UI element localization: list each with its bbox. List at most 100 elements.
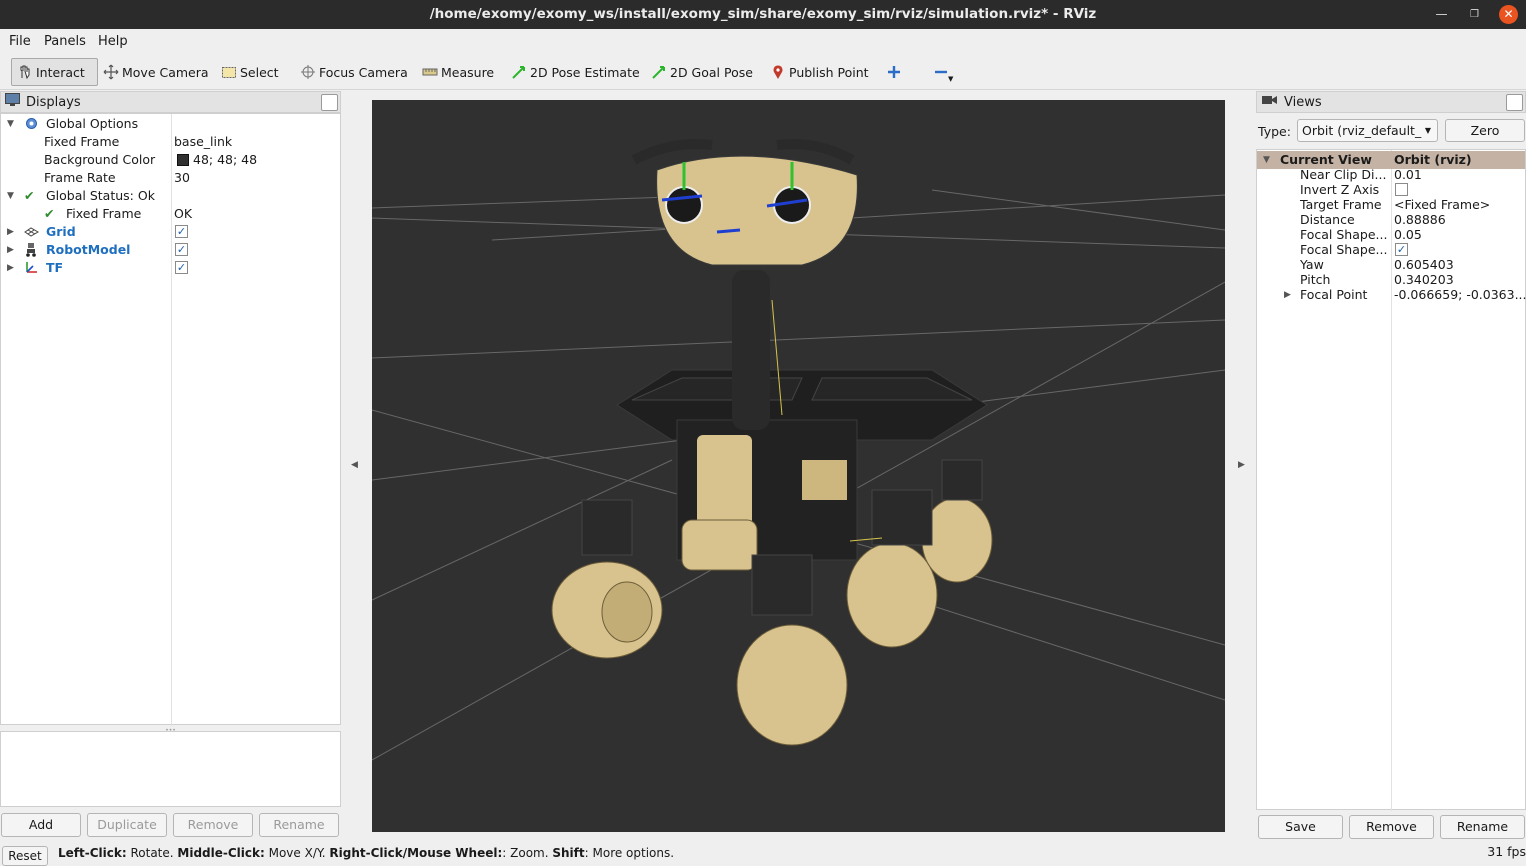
collapse-arrow-icon[interactable]: ▶ [1284,286,1291,304]
views-tree: ▼ Current View Orbit (rviz) Near Clip Di… [1256,149,1526,811]
minus-icon [933,64,949,80]
measure-tool-button[interactable]: Measure [417,58,499,86]
views-panel-close-checkbox[interactable] [1506,94,1523,111]
remove-tool-button[interactable]: ▼ [928,58,958,86]
monitor-icon [5,93,20,111]
move-camera-label: Move Camera [122,64,209,80]
invert-z-checkbox[interactable] [1395,183,1408,196]
tf-label: TF [46,260,64,275]
view-prop-row[interactable]: ▶ Focal Point -0.066659; -0.0363... [1257,286,1526,304]
focus-camera-icon [300,64,316,80]
pose-estimate-label: 2D Pose Estimate [530,64,640,80]
view-type-dropdown[interactable]: Orbit (rviz_default_ ▼ [1297,119,1438,142]
focal-point-value[interactable]: -0.066659; -0.0363... [1394,286,1526,304]
check-icon: ✔ [44,206,55,221]
plus-icon [886,64,902,80]
check-icon: ✔ [24,188,35,203]
focus-camera-label: Focus Camera [319,64,408,80]
publish-point-label: Publish Point [789,64,869,80]
expand-arrow-icon[interactable]: ▼ [7,115,14,133]
menu-bar: File Panels Help [0,29,1526,53]
remove-display-button[interactable]: Remove [173,813,253,837]
display-item-tf[interactable]: ▶ TF ✓ [1,259,340,277]
collapse-arrow-icon[interactable]: ▶ [7,223,14,241]
green-arrow-icon [651,64,667,80]
color-swatch[interactable] [177,154,189,166]
duplicate-display-button[interactable]: Duplicate [87,813,167,837]
frame-rate-label: Frame Rate [44,170,116,185]
displays-title: Displays [26,94,81,110]
grid-enabled-checkbox[interactable]: ✓ [175,225,188,238]
zero-view-button[interactable]: Zero [1445,119,1525,142]
global-status-label: Global Status: Ok [46,188,155,203]
move-camera-button[interactable]: Move Camera [98,58,214,86]
global-status-row[interactable]: ▼ ✔ Global Status: Ok [1,187,340,205]
status-fixed-frame-value: OK [174,206,193,221]
fps-counter: 31 fps [1487,844,1526,859]
goal-pose-button[interactable]: 2D Goal Pose [646,58,758,86]
reset-button[interactable]: Reset [2,846,48,866]
minimize-icon[interactable]: — [1432,5,1451,24]
move-camera-icon [103,64,119,80]
focal-point-label: Focal Point [1300,287,1368,302]
interact-label: Interact [36,64,85,80]
status-bar: Reset Left-Click: Rotate. Middle-Click: … [0,842,1526,866]
views-panel-header: Views [1256,91,1526,113]
close-icon[interactable]: ✕ [1499,5,1518,24]
remove-view-button[interactable]: Remove [1349,815,1434,839]
axes-icon [24,260,39,280]
menu-help[interactable]: Help [98,34,128,49]
fixed-frame-row[interactable]: Fixed Frame base_link [1,133,340,151]
title-bar: /home/exomy/exomy_ws/install/exomy_sim/s… [0,0,1526,29]
green-arrow-icon [511,64,527,80]
window-title: /home/exomy/exomy_ws/install/exomy_sim/s… [429,6,1097,22]
focus-camera-button[interactable]: Focus Camera [295,58,413,86]
grid-label: Grid [46,224,76,239]
status-fixed-frame-row[interactable]: ✔ Fixed Frame OK [1,205,340,223]
rename-view-button[interactable]: Rename [1440,815,1525,839]
frame-rate-value[interactable]: 30 [174,169,190,187]
robotmodel-enabled-checkbox[interactable]: ✓ [175,243,188,256]
collapse-arrow-icon[interactable]: ▶ [7,259,14,277]
hand-pointer-icon [17,64,33,80]
display-item-robotmodel[interactable]: ▶ RobotModel ✓ [1,241,340,259]
background-color-value[interactable]: 48; 48; 48 [193,151,257,169]
add-display-button[interactable]: Add [1,813,81,837]
view-type-label: Type: [1258,124,1291,139]
menu-panels[interactable]: Panels [44,34,86,49]
expand-arrow-icon[interactable]: ▼ [7,187,14,205]
global-options-label: Global Options [46,116,139,131]
save-view-button[interactable]: Save [1258,815,1343,839]
maximize-icon[interactable]: ❐ [1465,5,1484,24]
toolbar: Interact Move Camera Select Focus Camera… [0,53,1526,90]
global-options-row[interactable]: ▼ Global Options [1,115,340,133]
select-tool-button[interactable]: Select [216,58,284,86]
frame-rate-row[interactable]: Frame Rate 30 [1,169,340,187]
measure-label: Measure [441,64,495,80]
display-description-box [0,731,341,807]
render-viewport[interactable] [372,100,1225,832]
menu-file[interactable]: File [9,34,31,49]
map-pin-icon [770,64,786,80]
background-color-row[interactable]: Background Color 48; 48; 48 [1,151,340,169]
rename-display-button[interactable]: Rename [259,813,339,837]
collapse-right-arrow-icon[interactable]: ▶ [1238,460,1245,470]
displays-panel-close-checkbox[interactable] [321,94,338,111]
focal-shape-fixed-checkbox[interactable]: ✓ [1395,243,1408,256]
add-tool-button[interactable] [881,58,907,86]
displays-tree: ▼ Global Options Fixed Frame base_link B… [0,113,341,726]
tf-enabled-checkbox[interactable]: ✓ [175,261,188,274]
displays-panel-header: Displays [0,91,341,113]
robotmodel-label: RobotModel [46,242,131,257]
display-item-grid[interactable]: ▶ Grid ✓ [1,223,340,241]
collapse-arrow-icon[interactable]: ▶ [7,241,14,259]
pose-estimate-button[interactable]: 2D Pose Estimate [506,58,645,86]
fixed-frame-value[interactable]: base_link [174,133,232,151]
goal-pose-label: 2D Goal Pose [670,64,753,80]
ruler-icon [422,64,438,80]
publish-point-button[interactable]: Publish Point [765,58,874,86]
view-type-value: Orbit (rviz_default_ [1302,123,1422,138]
views-title: Views [1284,94,1322,110]
interact-tool-button[interactable]: Interact [11,58,98,86]
collapse-left-arrow-icon[interactable]: ◀ [351,460,358,470]
